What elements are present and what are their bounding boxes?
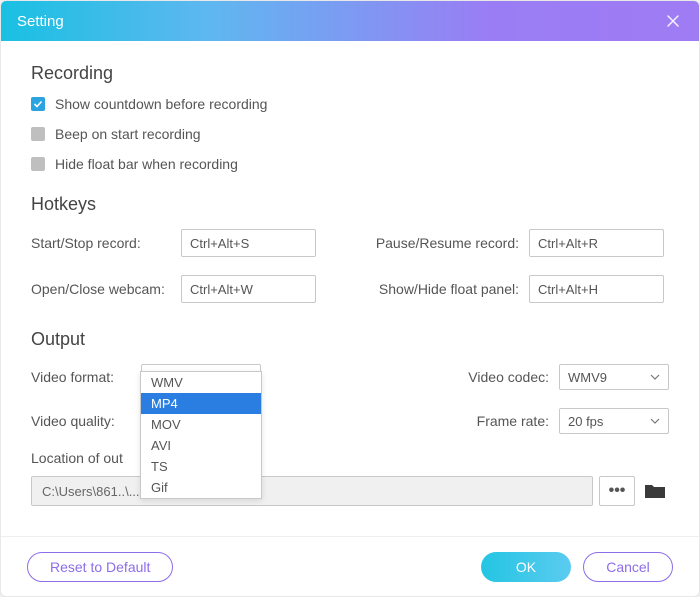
video-quality-label: Video quality: bbox=[31, 413, 141, 429]
video-codec-label: Video codec: bbox=[459, 369, 559, 385]
frame-rate-value: 20 fps bbox=[568, 414, 603, 429]
video-format-dropdown: WMV MP4 MOV AVI TS Gif bbox=[140, 371, 262, 499]
window-title: Setting bbox=[17, 13, 663, 30]
beep-checkbox[interactable] bbox=[31, 127, 45, 141]
titlebar: Setting bbox=[1, 1, 699, 41]
close-button[interactable] bbox=[663, 11, 683, 31]
location-label: Location of out bbox=[31, 450, 669, 466]
webcam-label: Open/Close webcam: bbox=[31, 281, 181, 297]
folder-icon bbox=[644, 482, 666, 500]
hotkeys-grid: Start/Stop record: Pause/Resume record: … bbox=[31, 229, 669, 303]
hidefloat-label: Hide float bar when recording bbox=[55, 156, 238, 172]
format-option-mov[interactable]: MOV bbox=[141, 414, 261, 435]
webcam-input[interactable] bbox=[181, 275, 316, 303]
frame-rate-label: Frame rate: bbox=[459, 413, 559, 429]
format-option-mp4[interactable]: MP4 bbox=[141, 393, 261, 414]
hotkeys-heading: Hotkeys bbox=[31, 194, 669, 215]
reset-button[interactable]: Reset to Default bbox=[27, 552, 173, 582]
cancel-button[interactable]: Cancel bbox=[583, 552, 673, 582]
output-grid: Video format: WMV Video codec: WMV9 Vide… bbox=[31, 364, 669, 434]
chevron-down-icon bbox=[650, 374, 660, 380]
footer: Reset to Default OK Cancel bbox=[1, 536, 699, 596]
start-stop-input[interactable] bbox=[181, 229, 316, 257]
hidefloat-checkbox-row[interactable]: Hide float bar when recording bbox=[31, 156, 669, 172]
settings-window: Setting Recording Show countdown before … bbox=[0, 0, 700, 597]
float-panel-input[interactable] bbox=[529, 275, 664, 303]
path-row: ••• bbox=[31, 476, 669, 506]
countdown-checkbox-row[interactable]: Show countdown before recording bbox=[31, 96, 669, 112]
pause-resume-input[interactable] bbox=[529, 229, 664, 257]
beep-checkbox-row[interactable]: Beep on start recording bbox=[31, 126, 669, 142]
check-icon bbox=[33, 99, 43, 109]
open-folder-button[interactable] bbox=[641, 476, 669, 506]
format-option-avi[interactable]: AVI bbox=[141, 435, 261, 456]
recording-heading: Recording bbox=[31, 63, 669, 84]
countdown-checkbox[interactable] bbox=[31, 97, 45, 111]
video-codec-value: WMV9 bbox=[568, 370, 607, 385]
countdown-label: Show countdown before recording bbox=[55, 96, 267, 112]
format-option-ts[interactable]: TS bbox=[141, 456, 261, 477]
frame-rate-combo[interactable]: 20 fps bbox=[559, 408, 669, 434]
video-codec-combo[interactable]: WMV9 bbox=[559, 364, 669, 390]
output-section: Output Video format: WMV Video codec: WM… bbox=[31, 329, 669, 506]
output-heading: Output bbox=[31, 329, 669, 350]
beep-label: Beep on start recording bbox=[55, 126, 201, 142]
pause-resume-label: Pause/Resume record: bbox=[369, 235, 529, 251]
video-format-label: Video format: bbox=[31, 369, 141, 385]
output-path-input[interactable] bbox=[31, 476, 593, 506]
format-option-gif[interactable]: Gif bbox=[141, 477, 261, 498]
browse-button[interactable]: ••• bbox=[599, 476, 635, 506]
start-stop-label: Start/Stop record: bbox=[31, 235, 181, 251]
float-panel-label: Show/Hide float panel: bbox=[369, 281, 529, 297]
hotkeys-section: Hotkeys Start/Stop record: Pause/Resume … bbox=[31, 194, 669, 303]
close-icon bbox=[666, 14, 680, 28]
hidefloat-checkbox[interactable] bbox=[31, 157, 45, 171]
content-area: Recording Show countdown before recordin… bbox=[1, 41, 699, 536]
format-option-wmv[interactable]: WMV bbox=[141, 372, 261, 393]
chevron-down-icon bbox=[650, 418, 660, 424]
ok-button[interactable]: OK bbox=[481, 552, 571, 582]
